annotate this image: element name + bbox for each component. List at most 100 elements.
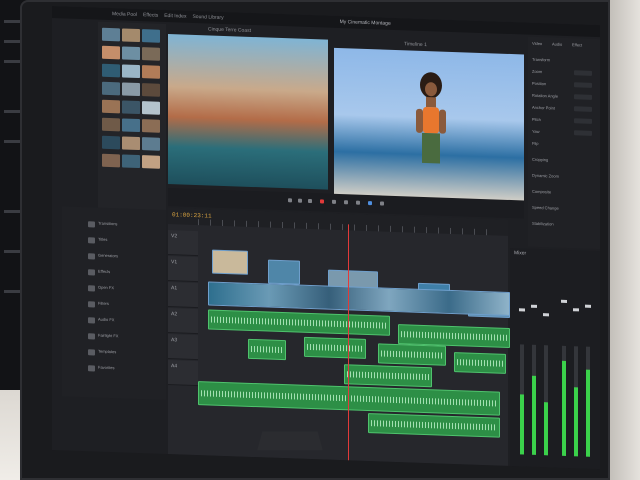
audio-waveform [211, 316, 387, 329]
media-thumbnail[interactable] [142, 155, 160, 169]
audio-clip[interactable] [368, 413, 500, 438]
audio-clip[interactable] [208, 309, 390, 336]
inspector-tab-audio[interactable]: Audio [552, 41, 562, 47]
inspector-tab-effect[interactable]: Effect [572, 42, 582, 48]
audio-waveform [457, 359, 503, 367]
audio-waveform [347, 371, 429, 381]
zoom-icon[interactable] [380, 201, 384, 206]
channel-fader[interactable] [585, 304, 591, 308]
rotation-field[interactable] [574, 94, 592, 100]
select-tool-icon[interactable] [288, 198, 292, 203]
inspector-tab-video[interactable]: Video [532, 41, 542, 47]
media-thumbnail[interactable] [122, 64, 140, 79]
meter-fill [574, 386, 578, 457]
effect-item[interactable]: Generators [98, 253, 118, 261]
media-thumbnail[interactable] [122, 136, 140, 151]
media-thumbnail[interactable] [122, 154, 140, 169]
channel-fader[interactable] [561, 299, 567, 303]
track-header[interactable]: A1 [168, 282, 198, 309]
media-thumbnail[interactable] [142, 65, 160, 79]
timeline-panel[interactable]: 01:00:23:11 V2 V1 A1 A2 A3 A4 [168, 208, 510, 466]
media-thumbnail[interactable] [102, 117, 120, 132]
track-header[interactable]: A3 [168, 334, 198, 361]
media-thumbnail[interactable] [122, 100, 140, 115]
meter-fill [520, 393, 524, 455]
effect-item[interactable]: Open FX [98, 285, 114, 293]
audio-clip[interactable] [454, 352, 506, 374]
audio-waveform [381, 350, 443, 359]
media-thumbnail[interactable] [102, 45, 120, 60]
meter-fill [586, 369, 590, 457]
mixer-title: Mixer [514, 250, 527, 257]
video-clip[interactable] [268, 259, 300, 285]
effect-item[interactable]: Filters [98, 301, 109, 308]
pitch-field[interactable] [574, 118, 592, 124]
media-thumbnail[interactable] [102, 81, 120, 96]
track-header[interactable]: V1 [168, 256, 198, 283]
blade-tool-icon[interactable] [308, 198, 312, 204]
media-thumbnail[interactable] [122, 82, 140, 97]
media-thumbnail[interactable] [122, 46, 140, 61]
flag-icon[interactable] [356, 200, 360, 205]
media-thumbnail[interactable] [142, 47, 160, 61]
anchor-field[interactable] [574, 106, 592, 112]
favorites-icon [88, 365, 95, 372]
effect-item[interactable]: Templates [98, 349, 116, 357]
link-icon[interactable] [344, 200, 348, 205]
inspector-row: Speed Change [532, 204, 559, 211]
media-thumbnail[interactable] [102, 63, 120, 78]
menu-sound-library[interactable]: Sound Library [192, 14, 223, 21]
media-thumbnail[interactable] [102, 99, 120, 114]
audio-waveform [251, 345, 283, 354]
level-meter [520, 344, 524, 455]
media-thumbnail[interactable] [102, 27, 120, 42]
effect-item[interactable]: Audio FX [98, 317, 114, 325]
source-viewer-label: Cinque Terre Coast [208, 26, 251, 34]
menu-effects[interactable]: Effects [143, 12, 158, 19]
trim-tool-icon[interactable] [298, 198, 302, 203]
playhead[interactable] [348, 224, 349, 461]
media-thumbnail[interactable] [142, 29, 160, 43]
audio-clip[interactable] [344, 364, 432, 388]
media-thumbnail[interactable] [142, 83, 160, 97]
track-header[interactable]: V2 [168, 230, 198, 257]
video-clip[interactable] [212, 249, 248, 275]
audio-clip-music[interactable] [198, 381, 500, 416]
effect-item[interactable]: Fairlight FX [98, 333, 118, 341]
audio-waveform [371, 420, 497, 431]
channel-fader[interactable] [531, 304, 537, 308]
media-thumbnail[interactable] [142, 101, 160, 115]
source-viewer[interactable]: Cinque Terre Coast [168, 26, 328, 190]
audio-clip[interactable] [304, 336, 366, 359]
channel-fader[interactable] [519, 308, 525, 312]
media-thumbnail[interactable] [122, 118, 140, 133]
menu-media-pool[interactable]: Media Pool [112, 11, 137, 18]
channel-fader[interactable] [573, 308, 579, 312]
menu-edit-index[interactable]: Edit Index [164, 13, 186, 20]
track-header[interactable]: A2 [168, 308, 198, 335]
snap-icon[interactable] [332, 199, 336, 204]
effect-item[interactable]: Favorites [98, 365, 114, 373]
marker-icon[interactable] [368, 201, 372, 206]
effects-library: Transitions Titles Generators Effects Op… [62, 206, 166, 400]
channel-fader[interactable] [543, 313, 549, 317]
media-thumbnail[interactable] [122, 28, 140, 43]
track-header[interactable]: A4 [168, 360, 198, 387]
effect-item[interactable]: Effects [98, 269, 110, 276]
effect-item[interactable]: Titles [98, 237, 107, 244]
timeline-viewer[interactable]: Timeline 1 [334, 41, 524, 203]
media-thumbnail[interactable] [102, 135, 120, 150]
yaw-field[interactable] [574, 130, 592, 136]
inspector-row: Yaw [532, 128, 540, 135]
audio-clip[interactable] [378, 343, 446, 366]
record-icon[interactable] [320, 199, 324, 204]
inspector-row: Dynamic Zoom [532, 172, 559, 179]
effect-item[interactable]: Transitions [98, 221, 117, 229]
zoom-field[interactable] [574, 70, 592, 76]
media-thumbnail[interactable] [142, 137, 160, 151]
media-thumbnail[interactable] [102, 153, 120, 168]
position-field[interactable] [574, 82, 592, 88]
track-label: A4 [171, 363, 178, 370]
media-thumbnail[interactable] [142, 119, 160, 133]
audio-clip[interactable] [248, 338, 286, 361]
